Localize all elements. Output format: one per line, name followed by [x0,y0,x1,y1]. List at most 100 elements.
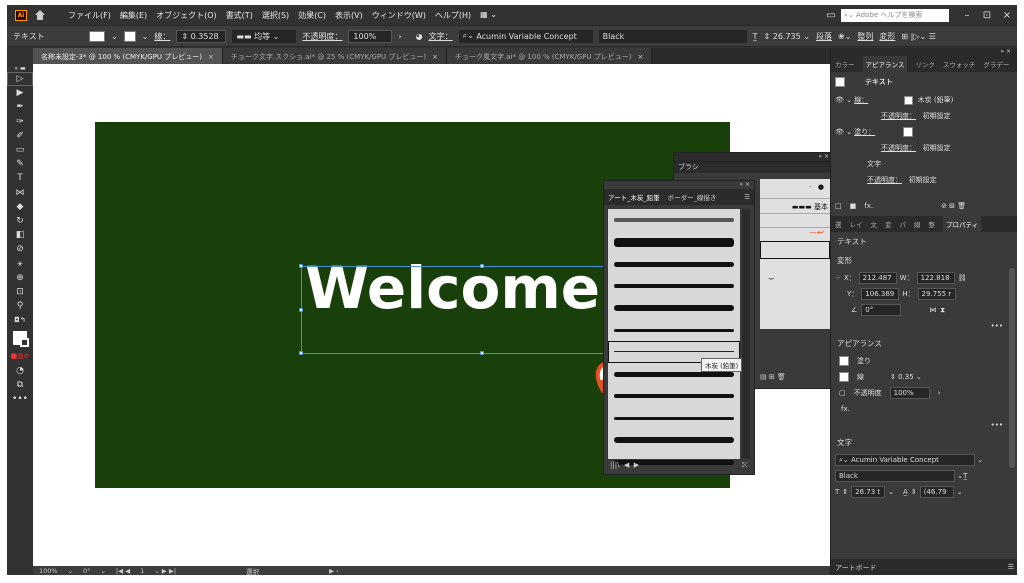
brush-row[interactable] [760,213,830,227]
font-family-dropdown[interactable]: ⌕⌄ Acumin Variable Concept [835,454,975,466]
screen-mode-icon[interactable]: ⧉ [7,378,33,392]
scrollbar[interactable] [742,209,750,459]
brush-item[interactable] [608,385,740,407]
appearance-stroke-row[interactable]: 👁 ⌄ 線： 木炭 (鉛筆) [831,92,1017,108]
brush-row[interactable] [760,259,830,273]
tab-stroke[interactable]: 線 [914,219,921,229]
anchor-tool-icon[interactable]: ✐ [7,129,33,143]
fill-stroke-icon[interactable] [7,327,33,349]
rotate-tool-icon[interactable]: ↻ [7,214,33,228]
library-options-icon[interactable]: ⤪ [742,461,748,470]
chevron-down-icon[interactable]: ⌄ [142,32,149,41]
menu-type[interactable]: 書式(T) [226,10,253,21]
font-style-dropdown[interactable]: Black [598,29,747,43]
menu-edit[interactable]: 編集(E) [120,10,147,21]
brush-row[interactable] [760,241,830,259]
align-options-icon[interactable]: ⊞ |▷⌄ ☰ [901,32,936,41]
type-tool-icon[interactable]: T [7,171,33,185]
prop-fx[interactable]: fx. [831,401,1017,417]
envelope-icon[interactable]: ❀⌄ [838,32,851,41]
workspace-grid-icon[interactable]: ▦ ⌄ [480,10,497,21]
tab-gradient[interactable]: グラデー [983,59,1009,69]
more-options-icon[interactable]: ••• [831,318,1017,334]
brush-item[interactable] [608,275,740,297]
artboard-nav-icon[interactable]: |◀ ◀ [116,567,130,575]
panel-menu-icon[interactable]: ☰ [1008,563,1014,571]
restore-button[interactable]: ⊡ [977,10,997,21]
tab-align[interactable]: 整 [929,219,936,229]
brush-panel-footer[interactable]: ▤ ⊞ 🗑 [760,373,786,381]
opacity-label[interactable]: 不透明度： [881,111,916,121]
prop-opacity-row[interactable]: ▢ 不透明度 100% › [831,385,1017,401]
doc-tab-1[interactable]: 名称未設定-3* @ 100 % (CMYK/GPU プレビュー) × [33,48,223,64]
stroke-weight-stepper[interactable]: ⇕ 0.35 ⌄ [890,373,922,381]
tab-charcoal[interactable]: アート_木炭_鉛筆 [608,192,660,202]
paragraph-link[interactable]: 段落 [816,31,832,42]
opacity-label[interactable]: 不透明度： [302,31,342,42]
chevron-right-icon[interactable]: › [938,389,941,397]
flip-horizontal-icon[interactable]: ⋈ [929,306,936,314]
brush-row[interactable]: ⌣ [760,273,830,287]
eyedropper-tool-icon[interactable]: ⊘ [7,242,33,256]
artboard-number[interactable]: 1 [140,567,144,575]
menu-effect[interactable]: 効果(C) [298,10,326,21]
resize-handle[interactable] [299,308,303,312]
gradient-tool-icon[interactable]: ◧ [7,228,33,242]
w-input[interactable]: 122.818 [916,272,955,284]
help-search-input[interactable]: ⌕⌄ Adobe ヘルプを検索 [841,8,949,22]
puppet-warp-icon[interactable]: ⚹ [7,256,33,270]
artboard-tool-icon[interactable]: ⊡ [7,285,33,299]
reference-point-icon[interactable]: ⁘ [835,274,841,282]
brush-list-back[interactable]: · ● ▬▬▬ 基本 —↩ ⌣ [760,179,830,329]
fx-icon[interactable]: fx. [864,202,873,210]
fill-swatch[interactable] [839,356,849,366]
stroke-weight-input[interactable]: ⇕ 0.3528 [176,29,227,43]
eye-icon[interactable]: 👁 [835,96,844,104]
menu-file[interactable]: ファイル(F) [68,10,111,21]
chevron-right-icon[interactable]: › [398,32,401,41]
leading-input[interactable]: (46.79 [919,486,954,498]
tab-links[interactable]: リンク [915,59,935,69]
add-stroke-icon[interactable]: □ [835,202,842,210]
stroke-label[interactable]: 線： [154,31,170,42]
font-family-dropdown[interactable]: ⌕⌄ Acumin Variable Concept [458,29,593,43]
artboard-panel-tab[interactable]: アートボード ☰ [831,559,1017,575]
pen-tool-icon[interactable]: ✒ [7,100,33,114]
arrange-docs-icon[interactable]: ▭ [821,10,841,21]
brush-item[interactable] [608,319,740,341]
brush-row[interactable]: —↩ [760,227,830,241]
more-options-icon[interactable]: ••• [831,417,1017,433]
y-input[interactable]: 106.369 [861,288,900,300]
transform-link[interactable]: 変形 [879,31,895,42]
zoom-level[interactable]: 100% [39,567,58,575]
brush-item[interactable] [608,253,740,275]
appearance-fill-row[interactable]: 👁 ⌄ 塗り： [831,124,1017,140]
menu-window[interactable]: ウィンドウ(W) [372,10,426,21]
opacity-label[interactable]: 不透明度： [867,175,902,185]
chevron-down-icon[interactable]: ⌄ [100,567,105,575]
tab-properties[interactable]: プロパティ [943,216,982,232]
add-fill-icon[interactable]: ■ [850,202,857,210]
panel-menu-icon[interactable]: ☰ [744,193,750,201]
close-icon[interactable]: × [638,53,644,61]
fill-swatch[interactable] [903,127,914,137]
font-style-dropdown[interactable]: Black [835,470,955,482]
brush-item[interactable] [608,231,740,253]
tab-color[interactable]: カラー [835,59,855,69]
font-type-icon[interactable]: T̲ [963,472,967,480]
curvature-tool-icon[interactable]: ✑ [7,115,33,129]
collapse-icon[interactable]: « ▬ [7,64,33,72]
tab-border[interactable]: ボーダー_線描き [668,192,717,202]
char-label[interactable]: 文字： [429,31,453,42]
opacity-input[interactable]: 100% [889,387,930,399]
draw-mode-icon[interactable]: ◔ [7,364,33,378]
brush-size-dots-icon[interactable]: · ● [760,179,830,199]
opacity-label[interactable]: 不透明度： [881,143,916,153]
stroke-swatch[interactable] [902,93,916,107]
doc-tab-3[interactable]: チョーク風文字.ai* @ 100 % (CMYK/GPU プレビュー) × [447,48,653,64]
paintbrush-tool-icon[interactable]: ✎ [7,157,33,171]
close-icon[interactable]: × [208,53,214,61]
align-link[interactable]: 整列 [857,31,873,42]
next-library-icon[interactable]: ▶ [634,461,639,469]
constrain-link-icon[interactable]: ⛓ [958,274,967,282]
